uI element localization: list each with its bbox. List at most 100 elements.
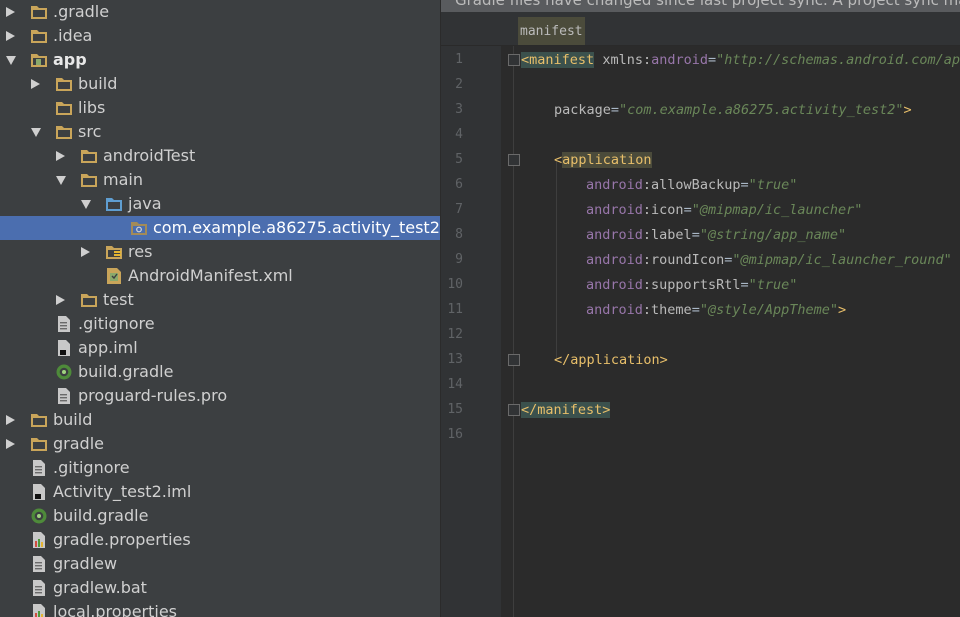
code-line-10[interactable]: android:supportsRtl="true" — [586, 273, 797, 298]
properties-file-icon — [30, 531, 48, 549]
tree-item[interactable]: gradlew.bat — [0, 576, 440, 600]
indent-guide — [513, 60, 514, 617]
folder-icon — [55, 75, 73, 93]
tree-item-label: AndroidManifest.xml — [128, 266, 293, 285]
tree-item[interactable]: AndroidManifest.xml — [0, 264, 440, 288]
tree-item-label: main — [103, 170, 143, 189]
manifest-icon — [105, 267, 123, 285]
tree-item[interactable]: build — [0, 72, 440, 96]
expand-arrow-down-icon[interactable] — [81, 200, 91, 209]
text-file-icon — [55, 387, 73, 405]
code-line-11[interactable]: android:theme="@style/AppTheme"> — [586, 298, 846, 323]
tree-item[interactable]: androidTest — [0, 144, 440, 168]
tree-item[interactable]: gradle.properties — [0, 528, 440, 552]
tree-item[interactable]: gradle — [0, 432, 440, 456]
tree-item-label: gradlew — [53, 554, 118, 573]
expand-arrow-right-icon[interactable] — [6, 7, 15, 17]
tree-item[interactable]: build.gradle — [0, 360, 440, 384]
breadcrumb-bar: manifest — [441, 12, 960, 46]
code-editor: Gradle files have changed since last pro… — [441, 0, 960, 617]
tree-item-label: gradlew.bat — [53, 578, 147, 597]
tree-item-label: com.example.a86275.activity_test2 — [153, 218, 440, 237]
code-line-7[interactable]: android:icon="@mipmap/ic_launcher" — [586, 198, 862, 223]
expand-arrow-right-icon[interactable] — [6, 415, 15, 425]
fold-marker-application-open[interactable] — [508, 154, 520, 166]
expand-arrow-down-icon[interactable] — [6, 56, 16, 65]
properties-file-icon — [30, 603, 48, 617]
code-line-13[interactable]: </application> — [554, 348, 668, 373]
tree-item-label: Activity_test2.iml — [53, 482, 192, 501]
expand-arrow-right-icon[interactable] — [31, 79, 40, 89]
tree-item[interactable]: .idea — [0, 24, 440, 48]
text-file-icon — [30, 579, 48, 597]
tree-item[interactable]: main — [0, 168, 440, 192]
tree-item[interactable]: src — [0, 120, 440, 144]
tree-item[interactable]: .gitignore — [0, 456, 440, 480]
iml-file-icon — [55, 339, 73, 357]
fold-marker-manifest-open[interactable] — [508, 54, 520, 66]
gradle-sync-notice-text: Gradle files have changed since last pro… — [455, 0, 960, 9]
module-icon — [30, 51, 48, 69]
tree-item[interactable]: app — [0, 48, 440, 72]
tree-item-label: .gitignore — [78, 314, 155, 333]
code-line-9[interactable]: android:roundIcon="@mipmap/ic_launcher_r… — [586, 248, 952, 273]
tree-item-label: build — [53, 410, 93, 429]
text-file-icon — [30, 555, 48, 573]
expand-arrow-down-icon[interactable] — [56, 176, 66, 185]
text-file-icon — [55, 315, 73, 333]
tree-item[interactable]: proguard-rules.pro — [0, 384, 440, 408]
folder-icon — [80, 171, 98, 189]
tree-item-label: gradle.properties — [53, 530, 191, 549]
fold-marker-application-close[interactable] — [508, 354, 520, 366]
tree-item-label: gradle — [53, 434, 104, 453]
source-folder-icon — [105, 195, 123, 213]
fold-marker-manifest-close[interactable] — [508, 404, 520, 416]
tree-item-label: app — [53, 50, 87, 69]
expand-arrow-right-icon[interactable] — [6, 31, 15, 41]
folder-icon — [30, 435, 48, 453]
tree-item[interactable]: Activity_test2.iml — [0, 480, 440, 504]
tree-item-label: src — [78, 122, 102, 141]
tree-item-label: .idea — [53, 26, 93, 45]
gradle-sync-notice[interactable]: Gradle files have changed since last pro… — [441, 0, 960, 12]
tree-item[interactable]: libs — [0, 96, 440, 120]
tree-item-label: libs — [78, 98, 106, 117]
tree-item-label: proguard-rules.pro — [78, 386, 228, 405]
tree-item[interactable]: test — [0, 288, 440, 312]
line-number: 7 — [455, 202, 463, 217]
tree-item[interactable]: .gradle — [0, 0, 440, 24]
expand-arrow-down-icon[interactable] — [31, 128, 41, 137]
line-number: 11 — [447, 302, 463, 317]
application-open-tag: application — [562, 152, 652, 168]
expand-arrow-right-icon[interactable] — [6, 439, 15, 449]
tree-item[interactable]: build — [0, 408, 440, 432]
expand-arrow-right-icon[interactable] — [56, 295, 65, 305]
tree-item-label: androidTest — [103, 146, 196, 165]
project-tree-panel: .gradle .idea app build libs src androidTest ma… — [0, 0, 440, 617]
folder-icon — [30, 3, 48, 21]
expand-arrow-right-icon[interactable] — [56, 151, 65, 161]
tree-item[interactable]: app.iml — [0, 336, 440, 360]
breadcrumb-manifest[interactable]: manifest — [518, 17, 585, 45]
line-number: 9 — [455, 252, 463, 267]
tree-item[interactable]: build.gradle — [0, 504, 440, 528]
tree-item[interactable]: gradlew — [0, 552, 440, 576]
expand-arrow-right-icon[interactable] — [81, 247, 90, 257]
code-line-6[interactable]: android:allowBackup="true" — [586, 173, 797, 198]
folder-icon — [55, 123, 73, 141]
tree-item[interactable]: .gitignore — [0, 312, 440, 336]
code-line-5[interactable]: <application — [554, 148, 652, 173]
gradle-icon — [30, 507, 48, 525]
tree-item[interactable]: res — [0, 240, 440, 264]
line-number: 5 — [455, 152, 463, 167]
tree-item[interactable]: com.example.a86275.activity_test2 — [0, 216, 440, 240]
code-line-8[interactable]: android:label="@string/app_name" — [586, 223, 846, 248]
tree-item[interactable]: java — [0, 192, 440, 216]
tree-item[interactable]: local.properties — [0, 600, 440, 617]
line-number: 15 — [447, 402, 463, 417]
line-number: 12 — [447, 327, 463, 342]
code-line-1[interactable]: <manifest xmlns:android="http://schemas.… — [521, 48, 960, 73]
line-number: 16 — [447, 427, 463, 442]
code-line-3[interactable]: package="com.example.a86275.activity_tes… — [554, 98, 912, 123]
code-line-15[interactable]: </manifest> — [521, 398, 611, 423]
